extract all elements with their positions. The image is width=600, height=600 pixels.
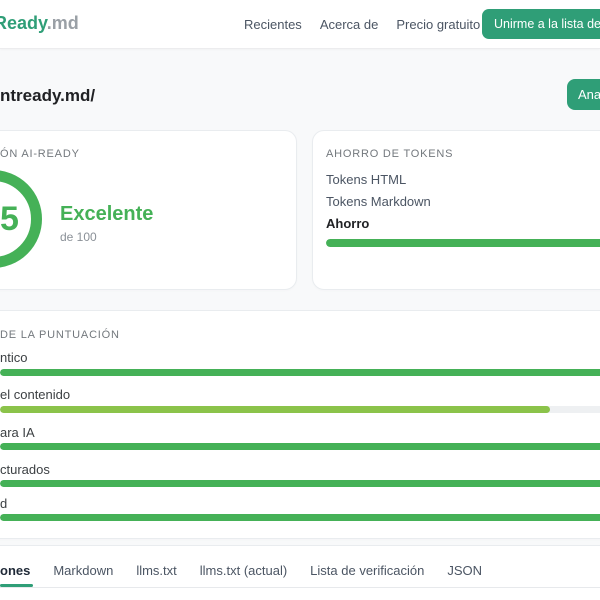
logo-suffix: .md [46, 13, 79, 33]
breakdown-bar [0, 406, 600, 413]
breakdown-bar-label: d [0, 496, 8, 511]
breakdown-bar-label: cturados [0, 462, 50, 477]
breakdown-bar-label: el contenido [0, 387, 71, 402]
analyze-button[interactable]: Ana [567, 79, 600, 110]
breakdown-bar-fill [0, 369, 600, 376]
breakdown-bar-fill [0, 480, 600, 487]
tokens-savings-bar-fill [326, 239, 600, 247]
score-card-title: ÓN AI-READY [0, 148, 80, 160]
tokens-savings-bar [326, 239, 600, 247]
active-tab-underline [0, 584, 33, 587]
breakdown-bar-fill [0, 406, 551, 413]
score-rating: Excelente [60, 203, 154, 225]
tokens-savings-label: Ahorro [326, 216, 370, 231]
tab-markdown[interactable]: Markdown [53, 563, 113, 588]
breakdown-bar-label: ara IA [0, 425, 35, 440]
breakdown-bar [0, 369, 600, 376]
top-nav: Ready.md Recientes Acerca de Precio grat… [0, 0, 600, 49]
breakdown-bar-label: ntico [0, 350, 28, 365]
tokens-markdown-label: Tokens Markdown [326, 194, 431, 209]
score-value: 5 [0, 200, 19, 238]
tokens-card-title: AHORRO DE TOKENS [326, 148, 454, 160]
breakdown-bar [0, 480, 600, 487]
site-logo[interactable]: Ready.md [0, 13, 79, 34]
score-outof: de 100 [60, 230, 97, 244]
tab-lista-verificacion[interactable]: Lista de verificación [310, 563, 424, 588]
breakdown-bar-fill [0, 514, 600, 521]
breakdown-bar-fill [0, 443, 600, 450]
tabs-bottom-border [0, 587, 600, 588]
results-tabs: ones Markdown llms.txt llms.txt (actual)… [0, 563, 482, 588]
breakdown-bar [0, 514, 600, 521]
tab-llms-txt[interactable]: llms.txt [136, 563, 176, 588]
nav-link-precio[interactable]: Precio gratuito [396, 17, 480, 32]
tab-llms-txt-actual[interactable]: llms.txt (actual) [200, 563, 287, 588]
tokens-html-label: Tokens HTML [326, 172, 407, 187]
join-waitlist-button[interactable]: Unirme a la lista de espe [482, 9, 600, 39]
tab-json[interactable]: JSON [447, 563, 482, 588]
logo-primary: Ready [0, 13, 47, 33]
nav-link-recientes[interactable]: Recientes [244, 17, 302, 32]
page: Ready.md Recientes Acerca de Precio grat… [0, 0, 600, 600]
breakdown-bar [0, 443, 600, 450]
breakdown-card [0, 310, 600, 539]
breakdown-title: DE LA PUNTUACIÓN [0, 329, 120, 341]
analyzed-url: ntready.md/ [0, 86, 96, 105]
nav-link-acerca[interactable]: Acerca de [320, 17, 379, 32]
